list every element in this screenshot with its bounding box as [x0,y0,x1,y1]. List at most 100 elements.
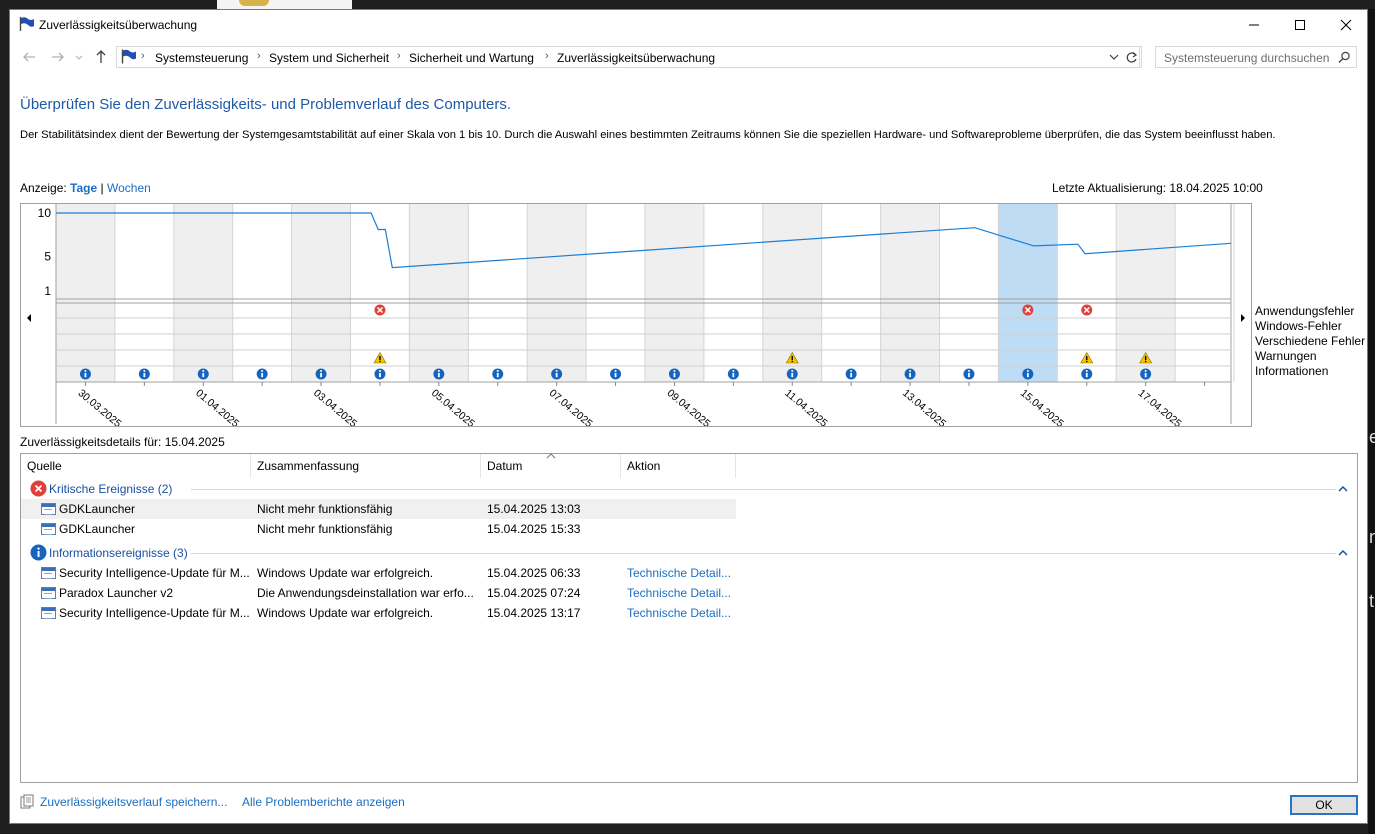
minimize-icon [1249,24,1259,26]
title-bar[interactable]: Zuverlässigkeitsüberwachung [10,10,1367,40]
info-icon[interactable] [315,368,327,380]
maximize-button[interactable] [1277,10,1323,40]
error-icon[interactable] [1081,304,1093,316]
info-icon[interactable] [79,368,91,380]
cell-date: 15.04.2025 07:24 [487,586,581,600]
info-icon[interactable] [1081,368,1093,380]
warning-icon[interactable] [373,351,387,364]
reliability-chart-svg[interactable]: 10 5 1 30.03.2025 01.04.2025 03.04.2025 05.04.… [21,204,1251,430]
legend-warnungen: Warnungen [1255,349,1317,363]
breadcrumb-separator[interactable]: › [545,50,549,62]
info-icon[interactable] [610,368,622,380]
x-tick-label: 03.04.2025 [311,387,359,426]
application-icon [41,567,56,579]
refresh-button[interactable] [1122,46,1142,68]
details-list[interactable]: Quelle Zusammenfassung Datum Aktion Krit… [20,453,1358,783]
window-title: Zuverlässigkeitsüberwachung [39,18,198,32]
info-icon[interactable] [1140,368,1152,380]
technical-details-link[interactable]: Technische Detail... [627,606,731,620]
info-icon[interactable] [668,368,680,380]
table-row[interactable]: GDKLauncher Nicht mehr funktionsfähig 15… [21,519,736,539]
cell-date: 15.04.2025 13:03 [487,502,581,516]
page-heading: Überprüfen Sie den Zuverlässigkeits- und… [20,96,512,113]
info-icon[interactable] [1022,368,1034,380]
collapse-chevron-icon[interactable] [1338,485,1348,493]
collapse-chevron-icon[interactable] [1338,549,1348,557]
close-button[interactable] [1323,10,1367,40]
view-days-link[interactable]: Tage [70,181,97,195]
breadcrumb-separator[interactable]: › [397,50,401,62]
table-row[interactable]: Security Intelligence-Update für M... Wi… [21,563,736,583]
view-selector: Anzeige: Tage | Wochen [20,181,151,195]
info-icon[interactable] [492,368,504,380]
table-row[interactable]: GDKLauncher Nicht mehr funktionsfähig 15… [21,499,736,519]
address-flag-icon [121,49,136,64]
search-box[interactable]: Systemsteuerung durchsuchen [1155,46,1357,68]
cell-source: Paradox Launcher v2 [59,586,174,600]
breadcrumb-zuverlaessigkeitsueberwachung[interactable]: Zuverlässigkeitsüberwachung [557,51,715,65]
breadcrumb-system-und-sicherheit[interactable]: System und Sicherheit [269,51,389,65]
info-icon[interactable] [727,368,739,380]
refresh-icon [1126,52,1138,63]
search-placeholder: Systemsteuerung durchsuchen [1164,51,1330,65]
group-information-events[interactable]: Informationsereignisse (3) [21,543,1357,563]
breadcrumb-sicherheit-und-wartung[interactable]: Sicherheit und Wartung [409,51,534,65]
error-icon[interactable] [374,304,386,316]
minimize-button[interactable] [1231,10,1277,40]
cell-source: GDKLauncher [59,522,136,536]
info-icon[interactable] [197,368,209,380]
desktop-background-strip [0,0,1375,9]
cell-date: 15.04.2025 15:33 [487,522,581,536]
legend-informationen: Informationen [1255,364,1329,378]
info-icon[interactable] [786,368,798,380]
warning-icon[interactable] [1080,351,1094,364]
selected-day-column[interactable] [998,204,1058,382]
up-arrow-icon[interactable] [94,49,108,64]
breadcrumb-separator[interactable]: › [141,50,145,62]
info-icon[interactable] [845,368,857,380]
y-tick-label: 1 [44,284,51,298]
info-icon[interactable] [374,368,386,380]
address-bar[interactable]: › Systemsteuerung › System und Sicherhei… [116,46,1140,68]
day-column-shade[interactable] [409,204,469,382]
back-arrow-icon[interactable] [22,50,36,64]
day-column-shade[interactable] [527,204,587,382]
details-label: Zuverlässigkeitsdetails für: 15.04.2025 [20,435,225,449]
legend-verschiedene-fehler: Verschiedene Fehler [1255,334,1366,348]
recent-locations-chevron-icon[interactable] [75,50,83,64]
info-icon[interactable] [256,368,268,380]
ok-button[interactable]: OK [1290,795,1358,815]
column-header-zusammenfassung[interactable]: Zusammenfassung [251,454,481,478]
all-problem-reports-link[interactable]: Alle Problemberichte anzeigen [242,795,405,809]
scroll-right-icon[interactable] [1241,314,1245,322]
info-icon[interactable] [138,368,150,380]
day-column-shade[interactable] [645,204,704,382]
forward-arrow-icon[interactable] [51,50,65,64]
technical-details-link[interactable]: Technische Detail... [627,566,731,580]
table-row[interactable]: Paradox Launcher v2 Die Anwendungsdeinst… [21,583,736,603]
breadcrumb-systemsteuerung[interactable]: Systemsteuerung [155,51,248,65]
page-description: Der Stabilitätsindex dient der Bewertung… [20,129,1276,141]
column-header-quelle[interactable]: Quelle [21,454,251,478]
error-icon[interactable] [1022,304,1034,316]
address-dropdown-icon[interactable] [1109,53,1119,61]
column-header-aktion[interactable]: Aktion [621,454,736,478]
scroll-left-icon[interactable] [27,314,31,322]
group-critical-events[interactable]: Kritische Ereignisse (2) [21,479,1357,499]
search-icon[interactable] [1338,51,1351,64]
day-column-shade[interactable] [56,204,115,382]
info-icon[interactable] [963,368,975,380]
technical-details-link[interactable]: Technische Detail... [627,586,731,600]
breadcrumb-separator[interactable]: › [257,50,261,62]
cell-summary: Nicht mehr funktionsfähig [257,502,393,516]
table-row[interactable]: Security Intelligence-Update für M... Wi… [21,603,736,623]
save-history-link[interactable]: Zuverlässigkeitsverlauf speichern... [40,795,227,809]
info-icon[interactable] [904,368,916,380]
view-weeks-link[interactable]: Wochen [107,181,151,195]
day-column-shade[interactable] [291,204,351,382]
info-icon[interactable] [433,368,445,380]
reliability-chart[interactable]: 10 5 1 30.03.2025 01.04.2025 03.04.2025 05.04.… [20,203,1252,430]
day-column-shade[interactable] [173,204,233,382]
info-icon[interactable] [551,368,563,380]
view-separator: | [100,181,104,195]
